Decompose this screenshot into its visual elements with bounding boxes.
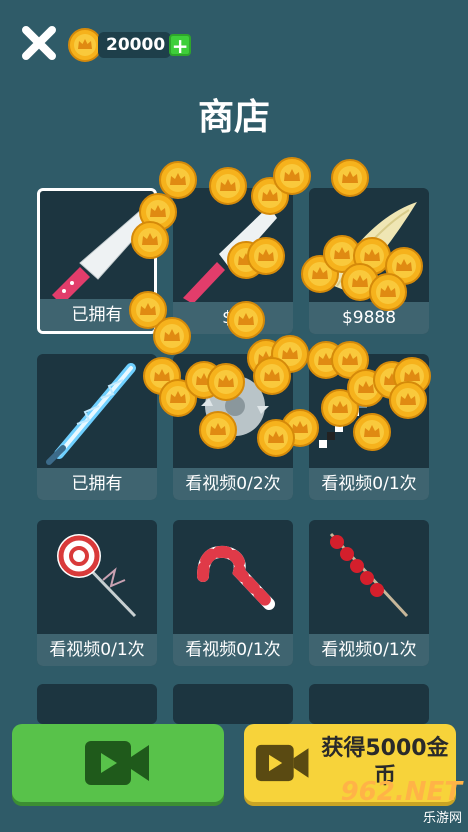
add-coins-button[interactable]: + [169,34,192,56]
shop-item-lightning-sword[interactable]: 已拥有 [37,354,157,500]
coin-balance: 20000 + [68,28,192,62]
shop-item-candy-cane[interactable]: 看视频0/1次 [173,520,293,666]
shop-item-label: 看视频0/1次 [37,634,157,666]
shop-item-kitchen-knife[interactable]: 已拥有 [37,188,157,334]
shop-item-tanghulu[interactable]: 看视频0/1次 [309,520,429,666]
shop-item-partial[interactable] [173,684,293,724]
shop-item-lollipop[interactable]: 看视频0/1次 [37,520,157,666]
shop-item-saw-blade[interactable]: 看视频0/2次 [173,354,293,500]
close-icon [22,26,56,60]
shop-item-partial[interactable] [37,684,157,724]
coin-icon [68,28,102,62]
video-camera-icon [255,744,309,782]
shop-item-label: 已拥有 [40,299,154,331]
shop-item-label: 看视频0/2次 [173,468,293,500]
shop-item-label: 看视频0/1次 [309,634,429,666]
shop-item-bone-blade[interactable]: $9888 [309,188,429,334]
page-title: 商店 [197,97,270,138]
coin-amount: 20000 [98,32,172,58]
watch-video-button[interactable] [12,724,224,802]
close-button[interactable] [20,24,58,62]
shop-item-pixel-sword[interactable]: 看视频0/1次 [309,354,429,500]
shop-item-partial[interactable] [309,684,429,724]
shop-item-label: 看视频0/1次 [173,634,293,666]
shop-item-label: 已拥有 [37,468,157,500]
shop-item-label: $4 [173,302,293,334]
watermark: 962.NET 乐游网 [341,777,462,826]
watermark-brand: 962.NET [340,777,462,807]
video-camera-icon [85,741,149,785]
shop-item-label: $9888 [309,302,429,334]
shop-item-label: 看视频0/1次 [309,468,429,500]
watermark-site: 乐游网 [422,811,462,826]
shop-item-cleaver[interactable]: $4 [173,188,293,334]
